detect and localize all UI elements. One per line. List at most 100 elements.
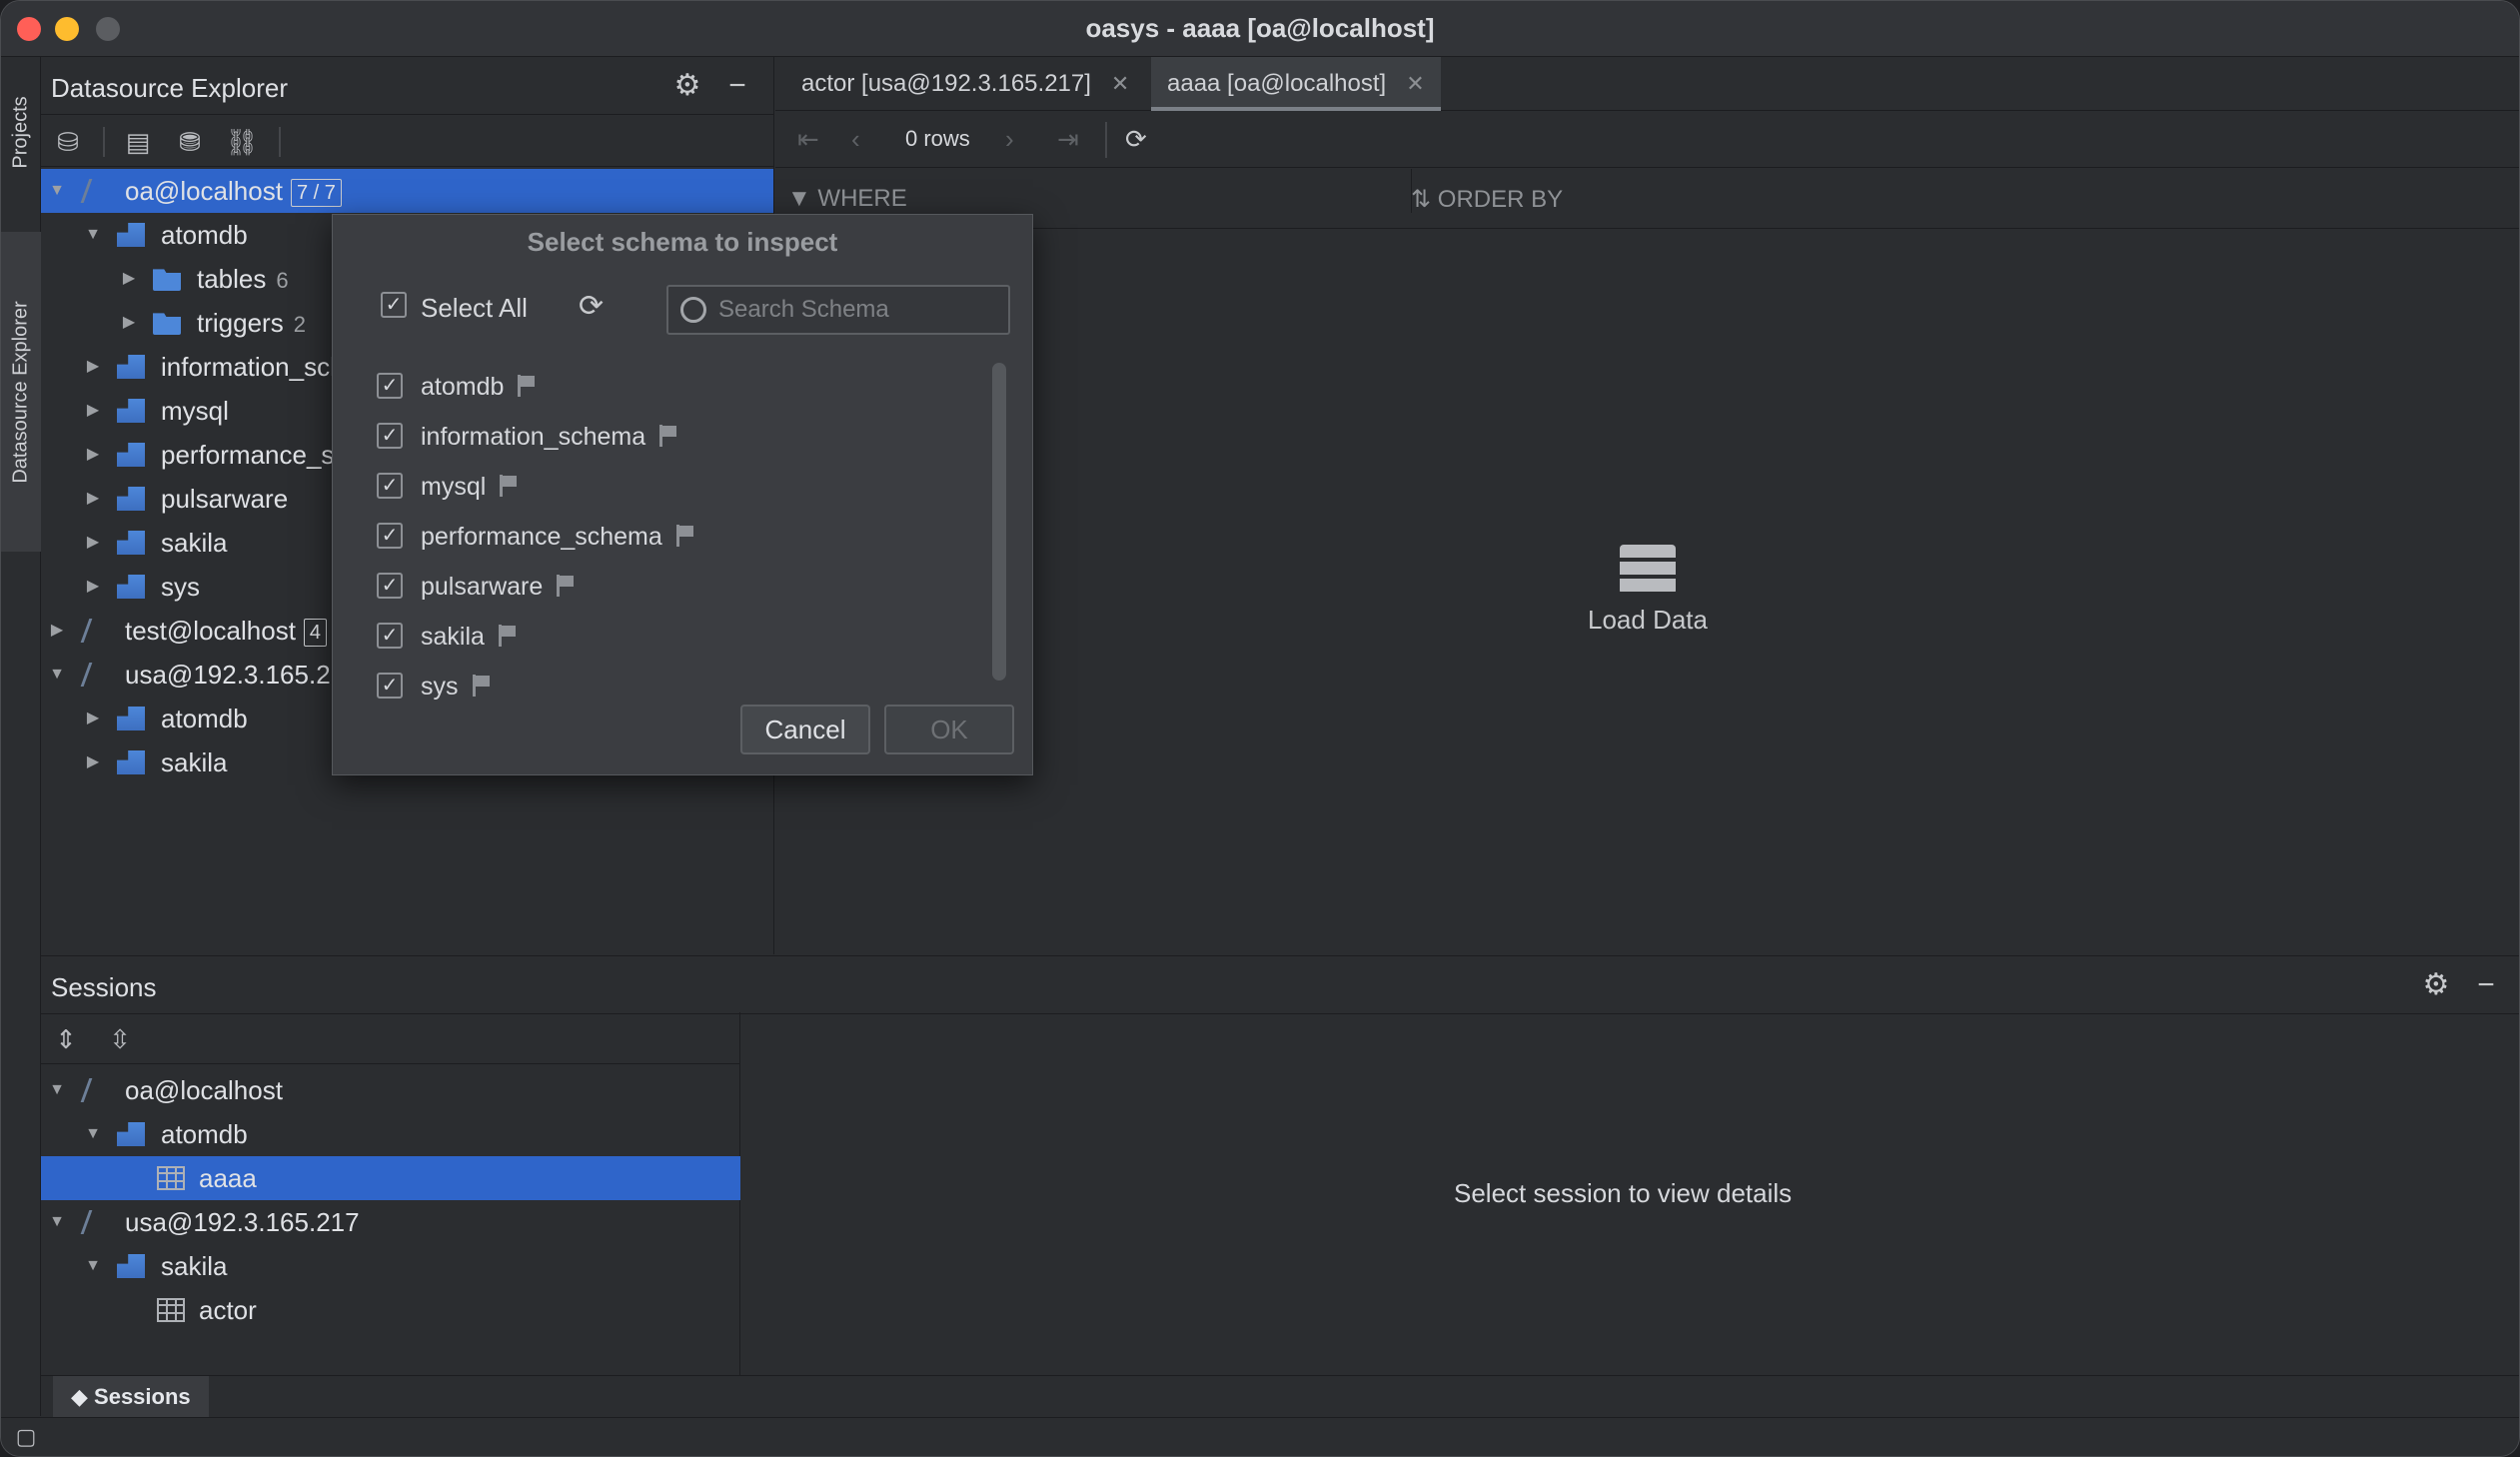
- chevron-right-icon[interactable]: ▶: [83, 565, 103, 609]
- chevron-right-icon[interactable]: ▶: [119, 301, 139, 345]
- close-icon[interactable]: ✕: [1406, 71, 1424, 96]
- select-all-checkbox[interactable]: ✓: [381, 292, 407, 318]
- datasource-explorer-tool-tab[interactable]: Datasource Explorer: [1, 232, 41, 552]
- session-item-sakila[interactable]: ▼ sakila: [41, 1244, 740, 1288]
- previous-page-icon[interactable]: ‹: [851, 124, 860, 155]
- projects-tool-tab[interactable]: Projects: [1, 67, 41, 197]
- cancel-button[interactable]: Cancel: [740, 705, 870, 754]
- tree-item-label: test@localhost: [125, 616, 296, 646]
- sort-icon: ⇅: [1411, 186, 1438, 213]
- tree-item-label: usa@192.3.165.217: [125, 1207, 360, 1237]
- expand-all-icon[interactable]: ⇕: [49, 1022, 83, 1056]
- schema-option[interactable]: ✓ mysql: [373, 463, 932, 513]
- tab-actor[interactable]: actor [usa@192.3.165.217] ✕: [785, 57, 1145, 111]
- next-page-icon[interactable]: ›: [1005, 124, 1014, 155]
- schema-icon: [117, 750, 145, 774]
- schema-option[interactable]: ✓ performance_schema: [373, 513, 932, 563]
- schema-checkbox[interactable]: ✓: [377, 623, 403, 649]
- tab-aaaa[interactable]: aaaa [oa@localhost] ✕: [1151, 57, 1441, 111]
- schema-name: performance_schema: [421, 523, 662, 551]
- schema-icon: [117, 575, 145, 599]
- schema-checkbox[interactable]: ✓: [377, 573, 403, 599]
- schema-checkbox[interactable]: ✓: [377, 523, 403, 549]
- session-item-atomdb[interactable]: ▼ atomdb: [41, 1112, 740, 1156]
- connection-icon: [80, 1078, 108, 1102]
- chevron-right-icon[interactable]: ▶: [83, 389, 103, 433]
- refresh-icon[interactable]: ⟳: [1125, 124, 1147, 155]
- chevron-down-icon[interactable]: ▼: [83, 213, 103, 257]
- where-filter[interactable]: ▼ WHERE: [787, 185, 907, 213]
- datasource-explorer-toolbar: ⛁ ▤ ⛃ ⛓: [41, 115, 773, 167]
- dialog-scrollbar[interactable]: [992, 363, 1006, 681]
- schema-name: sakila: [421, 623, 485, 651]
- session-item-aaaa[interactable]: aaaa: [41, 1156, 740, 1200]
- first-page-icon[interactable]: ⇤: [797, 124, 819, 155]
- gear-icon[interactable]: ⚙: [670, 69, 704, 103]
- dialog-title: Select schema to inspect: [527, 227, 838, 257]
- flag-icon: [518, 375, 536, 397]
- toggle-panels-icon[interactable]: ▢: [9, 1420, 43, 1454]
- chevron-down-icon[interactable]: ▼: [47, 169, 67, 213]
- chevron-down-icon[interactable]: ▼: [83, 1112, 103, 1156]
- search-schema-input[interactable]: [718, 293, 998, 327]
- schema-name: atomdb: [421, 373, 505, 401]
- load-data-button[interactable]: Load Data: [1563, 545, 1733, 636]
- schema-checkbox[interactable]: ✓: [377, 673, 403, 699]
- chevron-right-icon[interactable]: ▶: [47, 609, 67, 653]
- session-details-placeholder: Select session to view details: [1454, 1178, 1793, 1208]
- sessions-tool-tab[interactable]: ◆ Sessions: [53, 1376, 209, 1418]
- schema-checkbox[interactable]: ✓: [377, 373, 403, 399]
- schema-icon: [117, 531, 145, 555]
- tree-item-label: sakila: [161, 528, 228, 558]
- gear-icon[interactable]: ⚙: [2419, 968, 2453, 1002]
- sessions-title: Sessions: [51, 972, 157, 1002]
- minimize-icon[interactable]: −: [720, 69, 754, 103]
- collapse-all-icon[interactable]: ⇳: [103, 1022, 137, 1056]
- editor-tabs: actor [usa@192.3.165.217] ✕ aaaa [oa@loca…: [775, 57, 2519, 111]
- ok-button[interactable]: OK: [884, 705, 1014, 754]
- connection-icon: [80, 1210, 108, 1234]
- datasource-settings-icon[interactable]: ⛃: [173, 125, 207, 159]
- session-item-usa-connection[interactable]: ▼ usa@192.3.165.217: [41, 1200, 740, 1244]
- schema-option[interactable]: ✓ atomdb: [373, 363, 932, 413]
- sessions-toolbar: ⇕ ⇳: [41, 1012, 740, 1064]
- session-item-oa-localhost[interactable]: ▼ oa@localhost: [41, 1068, 740, 1112]
- chevron-right-icon[interactable]: ▶: [83, 345, 103, 389]
- add-datasource-icon[interactable]: ⛁: [51, 125, 85, 159]
- schema-option[interactable]: ✓ sakila: [373, 613, 932, 663]
- sql-console-icon[interactable]: ▤: [121, 125, 155, 159]
- last-page-icon[interactable]: ⇥: [1057, 124, 1079, 155]
- chevron-right-icon[interactable]: ▶: [83, 521, 103, 565]
- close-icon[interactable]: ✕: [1111, 71, 1129, 96]
- chevron-right-icon[interactable]: ▶: [83, 433, 103, 477]
- chevron-down-icon[interactable]: ▼: [47, 1200, 67, 1244]
- funnel-icon: ▼: [787, 185, 818, 212]
- tree-item-label: atomdb: [161, 1119, 248, 1149]
- session-item-actor[interactable]: actor: [41, 1288, 740, 1332]
- schema-name: mysql: [421, 473, 487, 501]
- chevron-right-icon[interactable]: ▶: [119, 257, 139, 301]
- tree-item-label: sakila: [161, 747, 228, 777]
- table-icon: [157, 1166, 185, 1190]
- schema-checkbox[interactable]: ✓: [377, 423, 403, 449]
- schema-option[interactable]: ✓ information_schema: [373, 413, 932, 463]
- schema-option[interactable]: ✓ pulsarware: [373, 563, 932, 613]
- chevron-right-icon[interactable]: ▶: [83, 477, 103, 521]
- schema-checkbox[interactable]: ✓: [377, 473, 403, 499]
- folder-icon: [153, 313, 181, 335]
- chevron-right-icon[interactable]: ▶: [83, 740, 103, 784]
- chevron-down-icon[interactable]: ▼: [47, 1068, 67, 1112]
- datasource-explorer-title: Datasource Explorer: [51, 73, 288, 103]
- refresh-icon[interactable]: ⟳: [579, 289, 604, 324]
- chevron-right-icon[interactable]: ▶: [83, 697, 103, 740]
- chevron-down-icon[interactable]: ▼: [47, 653, 67, 697]
- tree-item-label: atomdb: [161, 220, 248, 250]
- table-icon: [157, 1298, 185, 1322]
- tree-item-oa-localhost[interactable]: ▼ oa@localhost 7 / 7: [41, 169, 773, 213]
- order-by-filter[interactable]: ⇅ ORDER BY: [1411, 185, 1563, 214]
- search-schema-box: [666, 285, 1010, 335]
- chevron-down-icon[interactable]: ▼: [83, 1244, 103, 1288]
- minimize-icon[interactable]: −: [2469, 968, 2503, 1002]
- disconnect-icon[interactable]: ⛓: [225, 125, 259, 159]
- tree-item-label: pulsarware: [161, 484, 289, 514]
